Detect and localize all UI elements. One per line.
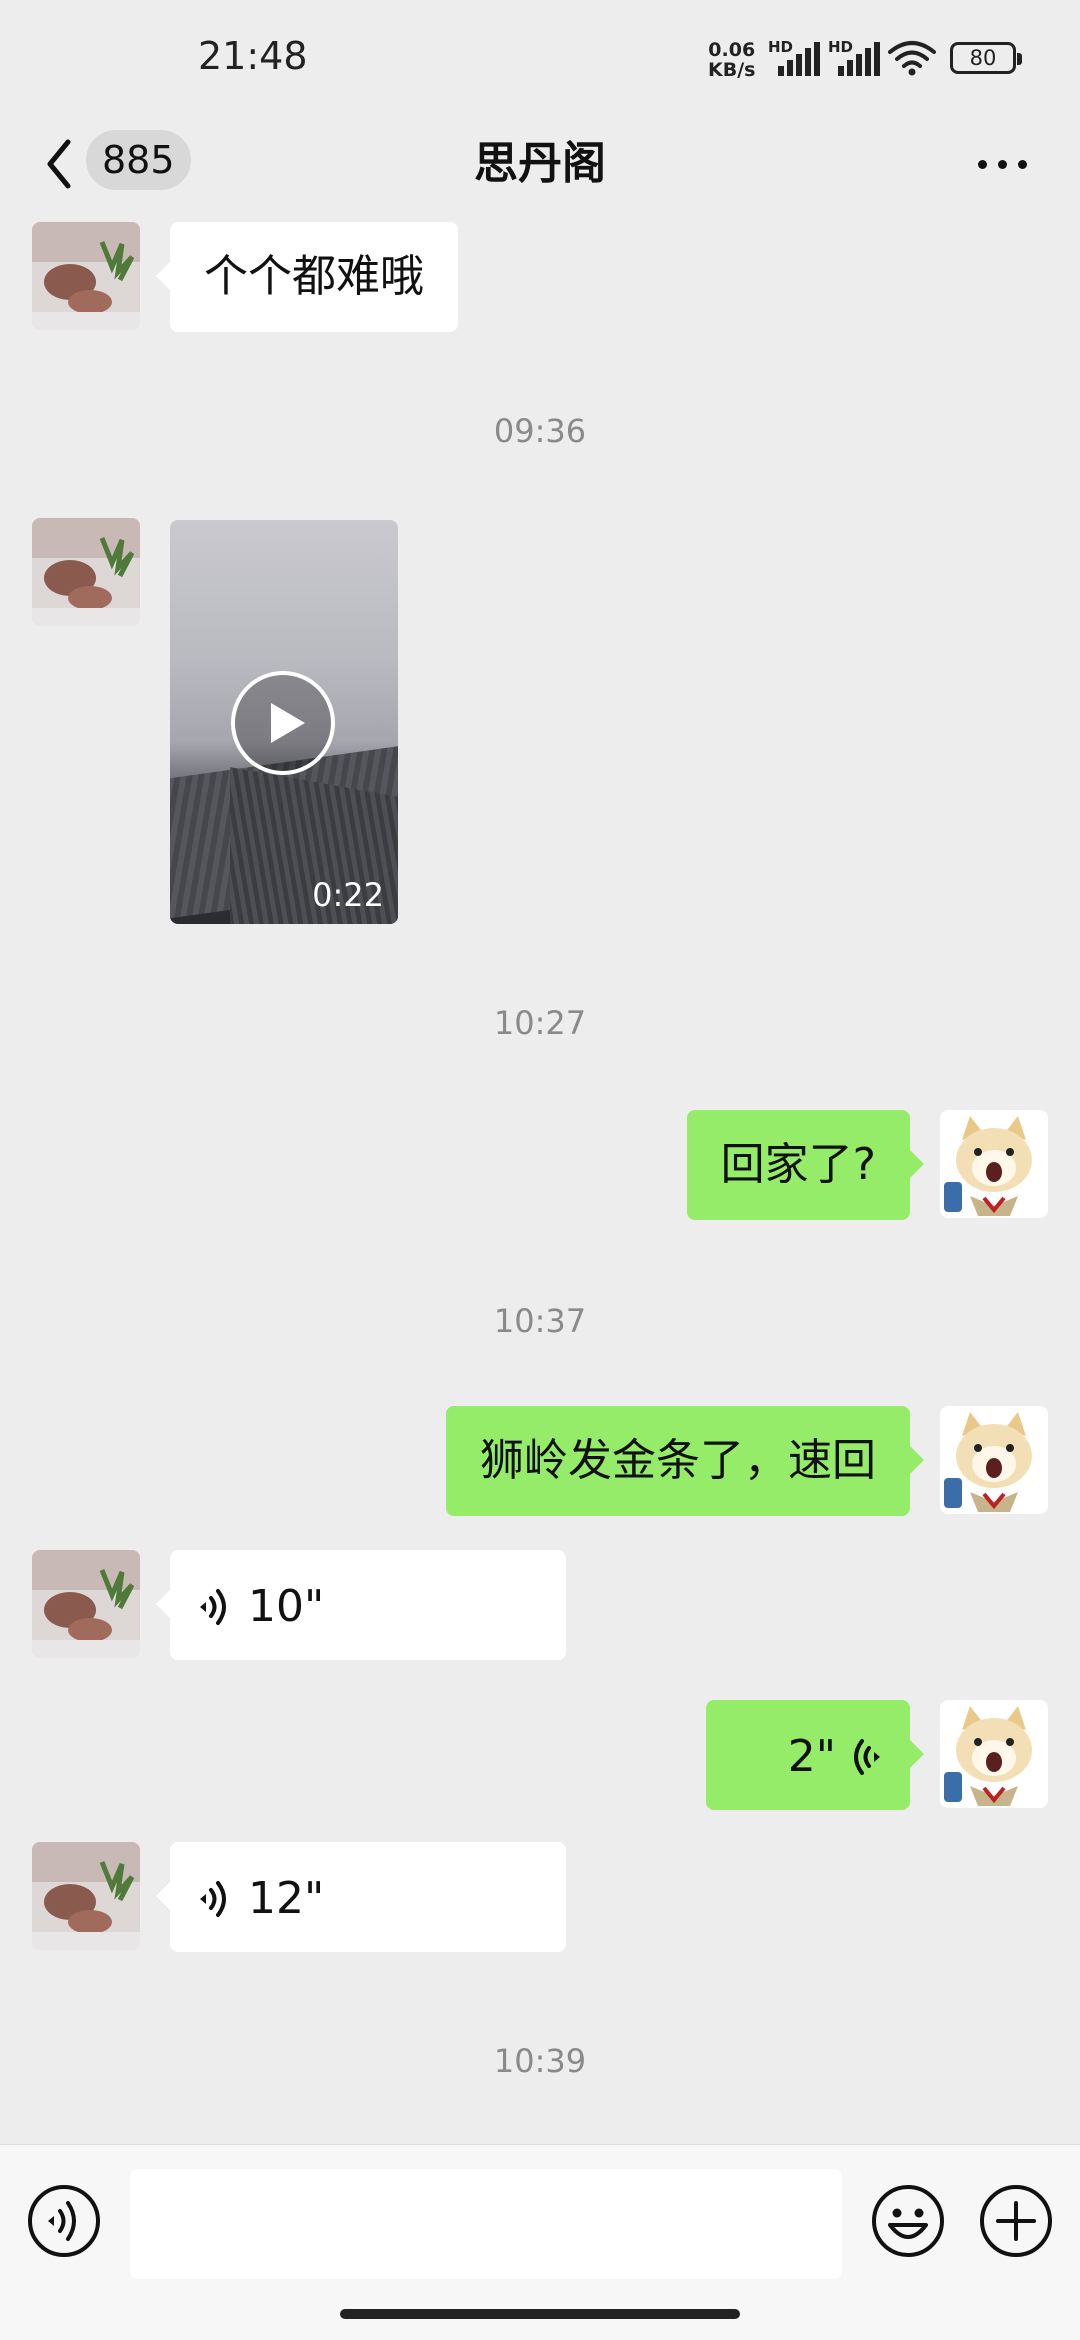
chat-title: 思丹阁 [474,138,606,189]
more-icon[interactable] [972,146,1032,186]
wifi-icon [888,41,936,76]
my-avatar[interactable] [940,1110,1048,1218]
message-bubble-sent[interactable]: 回家了? [686,1110,925,1220]
unread-count-badge[interactable]: 885 [86,130,191,190]
voice-message-sent[interactable]: 2" [706,1700,924,1810]
home-indicator[interactable] [340,2309,740,2319]
voice-duration: 12" [248,1873,325,1924]
contact-avatar[interactable] [32,222,140,330]
my-avatar[interactable] [940,1700,1048,1808]
voice-input-icon[interactable] [26,2183,102,2259]
net-speed-value: 0.06 [708,39,756,61]
voice-message-received[interactable]: 12" [156,1842,566,1952]
status-time: 21:48 [198,34,308,78]
contact-avatar[interactable] [32,1842,140,1950]
contact-avatar[interactable] [32,518,140,626]
message-bubble-received[interactable]: 个个都难哦 [156,222,458,332]
message-input[interactable] [130,2169,842,2279]
voice-icon [854,1739,880,1775]
voice-icon [200,1589,226,1625]
message-bubble-sent[interactable]: 狮岭发金条了，速回 [446,1406,924,1516]
voice-icon [200,1881,226,1917]
voice-message-received[interactable]: 10" [156,1550,566,1660]
timestamp: 10:27 [493,1004,587,1042]
voice-duration: 10" [248,1581,325,1632]
signal-icon-sim1: HD [768,38,828,76]
status-bar: 21:48 0.06 KB/s HD HD 80 [0,0,1080,110]
back-icon[interactable] [40,132,80,196]
battery-icon: 80 [950,42,1022,74]
timestamp: 10:39 [493,2042,587,2080]
signal-icon-sim2: HD [828,38,888,76]
emoji-icon[interactable] [870,2183,946,2259]
net-speed: 0.06 KB/s [708,40,755,80]
chat-header: 885 思丹阁 [0,110,1080,222]
chat-screen: 21:48 0.06 KB/s HD HD 80 885 思丹阁 个个都难哦 0… [0,0,1080,2340]
play-icon[interactable] [229,669,337,777]
voice-duration: 2" [787,1731,836,1782]
video-message[interactable]: 0:22 [170,520,398,924]
timestamp: 09:36 [493,412,587,450]
net-speed-unit: KB/s [708,59,756,81]
timestamp: 10:37 [493,1302,587,1340]
my-avatar[interactable] [940,1406,1048,1514]
plus-icon[interactable] [978,2183,1054,2259]
video-duration: 0:22 [312,876,384,914]
input-bar [0,2144,1080,2340]
contact-avatar[interactable] [32,1550,140,1658]
